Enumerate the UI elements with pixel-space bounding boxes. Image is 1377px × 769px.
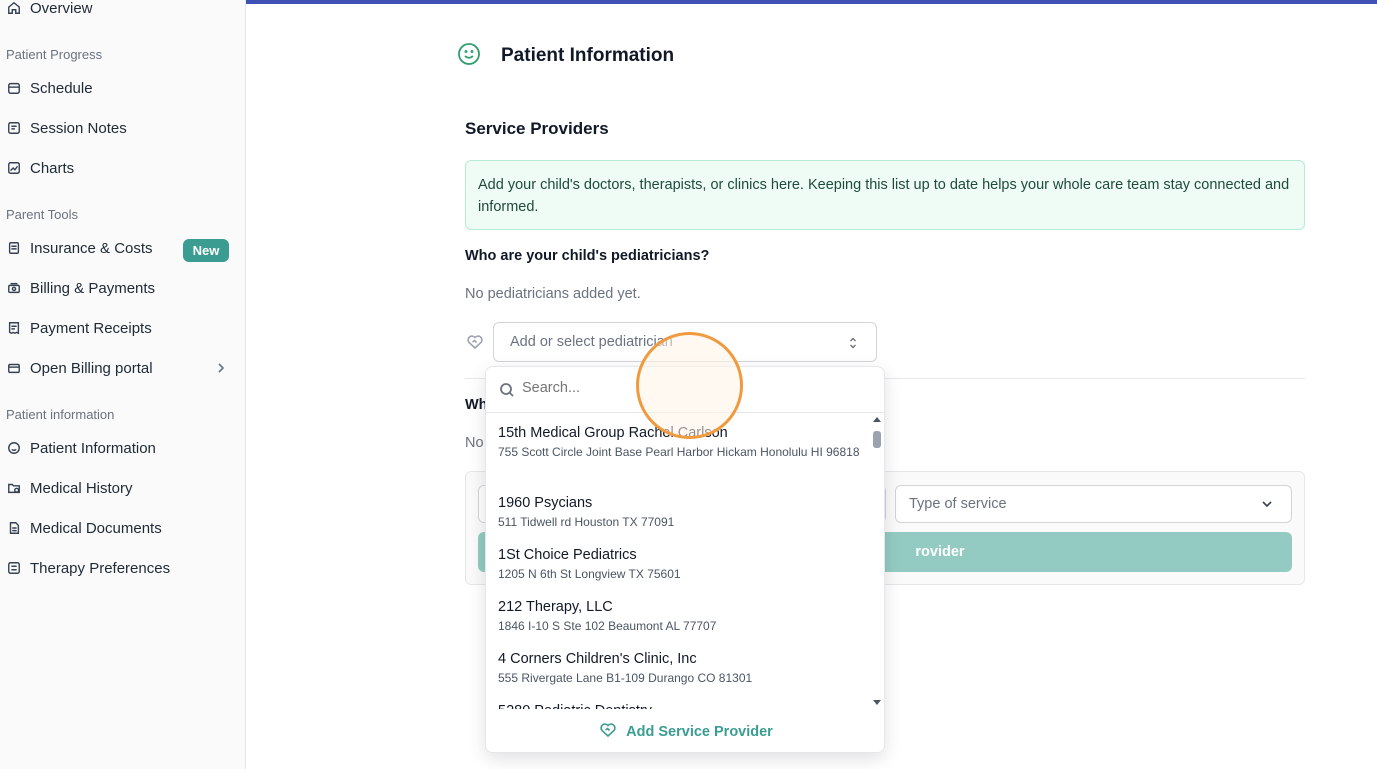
home-icon <box>7 1 21 15</box>
heart-handshake-icon <box>599 721 626 743</box>
sidebar-item-label: Billing & Payments <box>30 279 156 297</box>
add-service-provider-label: Add Service Provider <box>626 723 773 740</box>
search-icon <box>499 382 515 398</box>
sidebar-item-therapy-preferences[interactable]: Therapy Preferences <box>0 550 246 586</box>
sidebar-item-payment-receipts[interactable]: Payment Receipts <box>0 310 246 346</box>
dropdown-list: 15th Medical Group Rachel Carlson 755 Sc… <box>486 413 884 709</box>
smile-icon <box>7 441 21 455</box>
scroll-down-arrow-icon[interactable] <box>873 700 881 705</box>
pediatrician-select-placeholder: Add or select pediatrician <box>510 334 673 350</box>
sidebar-item-label: Medical Documents <box>30 519 162 537</box>
sidebar-item-label: Medical History <box>30 479 133 497</box>
sidebar-item-overview[interactable]: Overview <box>0 0 246 26</box>
chevron-right-icon <box>218 363 225 373</box>
new-badge: New <box>183 239 229 262</box>
chevron-down-icon <box>1262 501 1272 508</box>
click-indicator <box>636 332 743 439</box>
sidebar-item-label: Charts <box>30 159 75 177</box>
sidebar: Overview Patient Progress Schedule Sessi… <box>0 0 246 769</box>
info-callout: Add your child's doctors, therapists, or… <box>465 160 1305 230</box>
provider-name: 1960 Psycians <box>498 495 593 511</box>
section-label-parent-tools: Parent Tools <box>6 207 79 222</box>
heart-handshake-icon <box>466 333 484 351</box>
cash-icon <box>7 281 21 295</box>
type-of-service-select[interactable]: Type of service <box>895 485 1292 523</box>
provider-address: 555 Rivergate Lane B1-109 Durango CO 813… <box>498 671 753 685</box>
sidebar-item-insurance-costs[interactable]: Insurance & Costs New <box>0 230 246 266</box>
receipt-icon <box>7 321 21 335</box>
other-providers-empty-note: No <box>465 435 484 451</box>
pediatricians-question: Who are your child's pediatricians? <box>465 248 710 264</box>
sidebar-item-label: Insurance & Costs <box>30 239 153 257</box>
add-provider-button-label: rovider <box>915 544 965 560</box>
sidebar-item-label: Session Notes <box>30 119 127 137</box>
sidebar-item-label: Open Billing portal <box>30 359 153 377</box>
sliders-icon <box>7 561 21 575</box>
folder-clock-icon <box>7 481 21 495</box>
pediatricians-empty-note: No pediatricians added yet. <box>465 286 641 302</box>
sidebar-item-schedule[interactable]: Schedule <box>0 70 246 106</box>
sidebar-item-label: Payment Receipts <box>30 319 152 337</box>
sidebar-item-label: Schedule <box>30 79 93 97</box>
type-of-service-placeholder: Type of service <box>909 496 1007 512</box>
provider-address: 1846 I-10 S Ste 102 Beaumont AL 77707 <box>498 619 717 633</box>
chart-icon <box>7 161 21 175</box>
section-label-patient-progress: Patient Progress <box>6 47 103 62</box>
sidebar-item-session-notes[interactable]: Session Notes <box>0 110 246 146</box>
file-icon <box>7 521 21 535</box>
section-label-patient-information: Patient information <box>6 407 115 422</box>
sidebar-item-medical-history[interactable]: Medical History <box>0 470 246 506</box>
provider-name: 5280 Pediatric Dentistry <box>498 701 868 709</box>
list-item[interactable]: 4 Corners Children's Clinic, Inc 555 Riv… <box>498 649 868 687</box>
dropdown-scrollbar[interactable] <box>872 417 882 705</box>
list-item[interactable]: 1960 Psycians 511 Tidwell rd Houston TX … <box>498 493 868 531</box>
sidebar-item-patient-information[interactable]: Patient Information <box>0 430 246 466</box>
wallet-icon <box>7 361 21 375</box>
top-progress-bar <box>246 0 1377 4</box>
sidebar-item-charts[interactable]: Charts <box>0 150 246 186</box>
scrollbar-thumb[interactable] <box>873 431 881 448</box>
sidebar-item-billing-payments[interactable]: Billing & Payments <box>0 270 246 306</box>
page-header-icon <box>457 42 481 71</box>
sidebar-item-medical-documents[interactable]: Medical Documents <box>0 510 246 546</box>
sidebar-item-label: Therapy Preferences <box>30 559 171 577</box>
provider-address: 755 Scott Circle Joint Base Pearl Harbor… <box>498 445 860 459</box>
sidebar-item-open-billing-portal[interactable]: Open Billing portal <box>0 350 246 386</box>
provider-name: 212 Therapy, LLC <box>498 599 613 615</box>
list-item[interactable]: 5280 Pediatric Dentistry <box>498 701 868 709</box>
provider-address: 511 Tidwell rd Houston TX 77091 <box>498 515 675 529</box>
list-item[interactable]: 212 Therapy, LLC 1846 I-10 S Ste 102 Bea… <box>498 597 868 635</box>
provider-address: 1205 N 6th St Longview TX 75601 <box>498 567 681 581</box>
smile-icon <box>457 42 481 71</box>
scroll-up-arrow-icon[interactable] <box>873 417 881 422</box>
list-item[interactable]: 1St Choice Pediatrics 1205 N 6th St Long… <box>498 545 868 583</box>
provider-name: 4 Corners Children's Clinic, Inc <box>498 651 697 667</box>
calendar-icon <box>7 81 21 95</box>
notes-icon <box>7 121 21 135</box>
sidebar-item-label: Overview <box>30 0 93 17</box>
page-title: Patient Information <box>501 45 675 66</box>
sidebar-item-label: Patient Information <box>30 439 156 457</box>
chevron-up-down-icon <box>850 337 856 349</box>
add-service-provider-link[interactable]: Add Service Provider <box>486 709 884 752</box>
document-icon <box>7 241 21 255</box>
service-providers-title: Service Providers <box>465 119 609 138</box>
provider-name: 1St Choice Pediatrics <box>498 547 637 563</box>
